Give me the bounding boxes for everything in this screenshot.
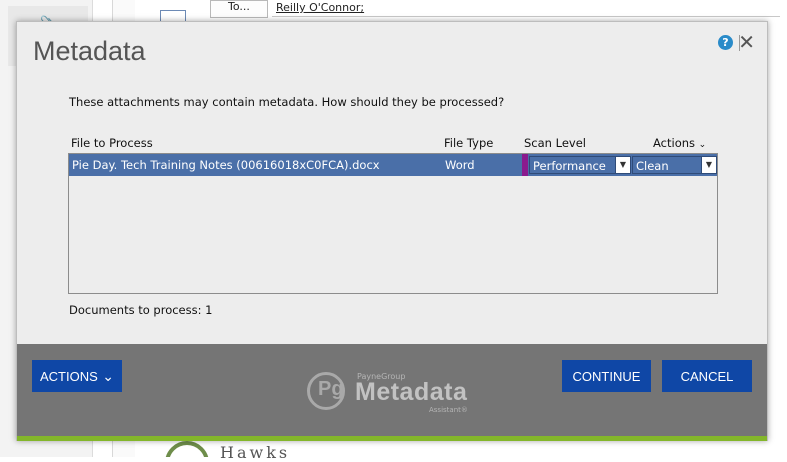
dropdown-arrow-icon: ▼ [701, 157, 716, 173]
actions-button-label: ACTIONS [40, 369, 98, 384]
column-scan: Scan Level [524, 136, 586, 150]
close-icon[interactable]: ✕ [738, 30, 755, 54]
file-grid: Pie Day. Tech Training Notes (00616018xC… [68, 153, 718, 294]
continue-button[interactable]: CONTINUE [562, 360, 651, 392]
scan-level-marker [522, 154, 528, 176]
logo-mark-icon: Pg [307, 372, 345, 410]
scan-level-select[interactable]: Performance ▼ [529, 156, 631, 174]
column-actions-menu[interactable]: Actions ⌄ [653, 136, 706, 150]
table-row[interactable]: Pie Day. Tech Training Notes (00616018xC… [69, 154, 717, 176]
hawks-logo-text: Hawks [220, 443, 291, 462]
row-file-type: Word [445, 158, 475, 172]
cancel-button[interactable]: CANCEL [662, 360, 752, 392]
dialog-prompt: These attachments may contain metadata. … [69, 95, 505, 109]
scan-level-value: Performance [533, 159, 606, 173]
to-recipient: Reilly O'Connor; [276, 1, 365, 14]
grid-header: File to Process File Type Scan Level Act… [69, 136, 719, 152]
dropdown-arrow-icon: ▼ [615, 157, 630, 173]
chevron-down-icon: ⌄ [102, 368, 114, 384]
action-select[interactable]: Clean ▼ [632, 156, 717, 174]
logo-subtitle: Assistant® [429, 406, 468, 414]
column-file: File to Process [71, 136, 153, 150]
footer-accent-stripe [17, 436, 767, 441]
documents-count: Documents to process: 1 [69, 303, 213, 317]
hawks-logo-icon [165, 441, 209, 457]
help-icon[interactable]: ? [718, 35, 733, 50]
paynegroup-logo: Pg PayneGroup Metadata Assistant® [307, 370, 477, 414]
to-field[interactable]: Reilly O'Connor; [272, 0, 780, 17]
metadata-dialog: Metadata ? ✕ These attachments may conta… [16, 21, 768, 441]
column-type: File Type [444, 136, 494, 150]
dialog-title: Metadata [33, 36, 146, 66]
row-file-name: Pie Day. Tech Training Notes (00616018xC… [72, 158, 380, 172]
logo-product: Metadata [355, 378, 468, 406]
actions-button[interactable]: ACTIONS ⌄ [32, 360, 122, 392]
to-button[interactable]: To... [210, 0, 268, 18]
chevron-down-icon: ⌄ [698, 140, 707, 150]
action-value: Clean [636, 159, 669, 173]
column-actions-label: Actions [653, 136, 696, 150]
